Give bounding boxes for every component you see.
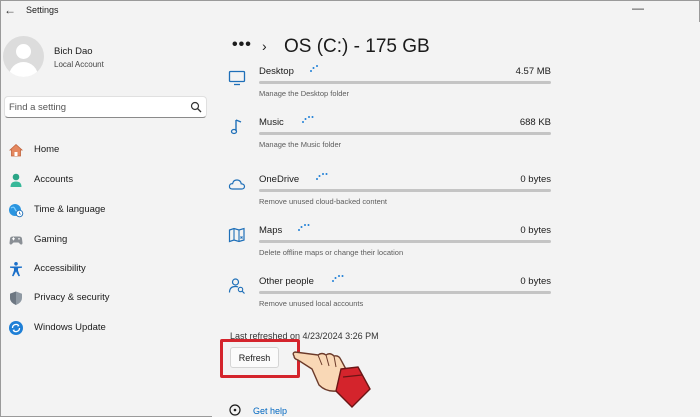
person-icon	[10, 173, 22, 187]
storage-row-onedrive[interactable]: OneDrive 0 bytes Remove unused cloud-bac…	[222, 169, 562, 213]
storage-row-description: Remove unused cloud-backed content	[259, 197, 387, 206]
storage-row-music[interactable]: Music 688 KB Manage the Music folder	[222, 112, 562, 156]
refresh-button[interactable]: Refresh	[230, 347, 279, 368]
storage-usage-bar	[259, 81, 551, 84]
accessibility-icon	[10, 262, 22, 277]
storage-row-size: 0 bytes	[520, 276, 551, 287]
app-title: Settings	[26, 5, 59, 15]
sidebar-item-label: Time & language	[34, 204, 106, 215]
storage-usage-bar	[259, 189, 551, 192]
sidebar-item-time-language[interactable]: Time & language	[4, 198, 204, 222]
storage-row-maps[interactable]: Maps 0 bytes Delete offline maps or chan…	[222, 220, 562, 264]
search-input[interactable]	[9, 100, 181, 114]
storage-row-label: Maps	[259, 225, 283, 236]
avatar[interactable]	[3, 36, 44, 77]
loading-spinner-icon	[310, 65, 318, 72]
sidebar-item-accounts[interactable]: Accounts	[4, 168, 204, 192]
cloud-icon	[228, 179, 246, 190]
title-bar: ← Settings —	[0, 0, 700, 22]
gamepad-icon	[9, 236, 23, 245]
map-icon	[228, 227, 245, 243]
sidebar-item-label: Accessibility	[34, 263, 86, 274]
loading-spinner-icon	[302, 116, 314, 123]
home-icon	[8, 143, 24, 157]
music-note-icon	[230, 119, 242, 135]
sidebar-item-label: Accounts	[34, 174, 74, 185]
loading-spinner-icon	[316, 173, 328, 180]
pointing-hand-icon	[292, 351, 371, 408]
storage-row-label: Music	[259, 117, 284, 128]
storage-usage-bar	[259, 132, 551, 135]
avatar-head	[16, 44, 31, 59]
user-name: Bich Dao	[54, 46, 93, 57]
sync-icon	[9, 321, 23, 335]
storage-row-description: Delete offline maps or change their loca…	[259, 248, 404, 257]
sidebar-item-gaming[interactable]: Gaming	[4, 228, 204, 252]
search-box[interactable]	[4, 96, 207, 118]
sidebar-item-windows-update[interactable]: Windows Update	[4, 316, 204, 340]
sidebar-item-label: Privacy & security	[34, 292, 110, 303]
storage-row-size: 0 bytes	[520, 174, 551, 185]
storage-row-description: Manage the Desktop folder	[259, 89, 350, 98]
storage-usage-bar	[259, 291, 551, 294]
breadcrumb-more-button[interactable]: •••	[232, 36, 252, 54]
globe-clock-icon	[9, 204, 24, 218]
search-icon[interactable]	[190, 101, 202, 113]
storage-row-description: Manage the Music folder	[259, 140, 342, 149]
person-search-icon	[228, 278, 245, 294]
breadcrumb-separator: ›	[262, 38, 267, 54]
minimize-icon[interactable]: —	[632, 1, 644, 15]
sidebar-item-accessibility[interactable]: Accessibility	[4, 257, 204, 281]
sidebar-item-label: Gaming	[34, 234, 68, 245]
storage-row-label: Desktop	[259, 66, 294, 77]
storage-row-size: 688 KB	[519, 117, 551, 128]
sidebar-item-label: Windows Update	[34, 322, 106, 333]
help-icon	[229, 404, 241, 416]
back-arrow-icon[interactable]: ←	[4, 3, 16, 17]
loading-spinner-icon	[332, 275, 344, 282]
storage-row-description: Remove unused local accounts	[259, 299, 364, 308]
page-title: OS (C:) - 175 GB	[284, 36, 430, 57]
storage-usage-bar	[259, 240, 551, 243]
storage-row-other-people[interactable]: Other people 0 bytes Remove unused local…	[222, 271, 562, 315]
storage-row-label: Other people	[259, 276, 314, 287]
storage-row-size: 0 bytes	[520, 225, 551, 236]
monitor-icon	[228, 70, 246, 86]
sidebar-item-home[interactable]: Home	[4, 138, 204, 162]
user-account-type: Local Account	[54, 60, 104, 69]
sidebar-item-label: Home	[34, 144, 60, 155]
loading-spinner-icon	[298, 224, 310, 231]
storage-row-size: 4.57 MB	[515, 66, 551, 77]
sidebar-item-privacy-security[interactable]: Privacy & security	[4, 286, 204, 310]
get-help-link[interactable]: Get help	[253, 406, 287, 416]
storage-row-label: OneDrive	[259, 174, 300, 185]
avatar-body	[9, 62, 38, 77]
shield-icon	[10, 291, 22, 305]
storage-row-desktop[interactable]: Desktop 4.57 MB Manage the Desktop folde…	[222, 61, 562, 105]
